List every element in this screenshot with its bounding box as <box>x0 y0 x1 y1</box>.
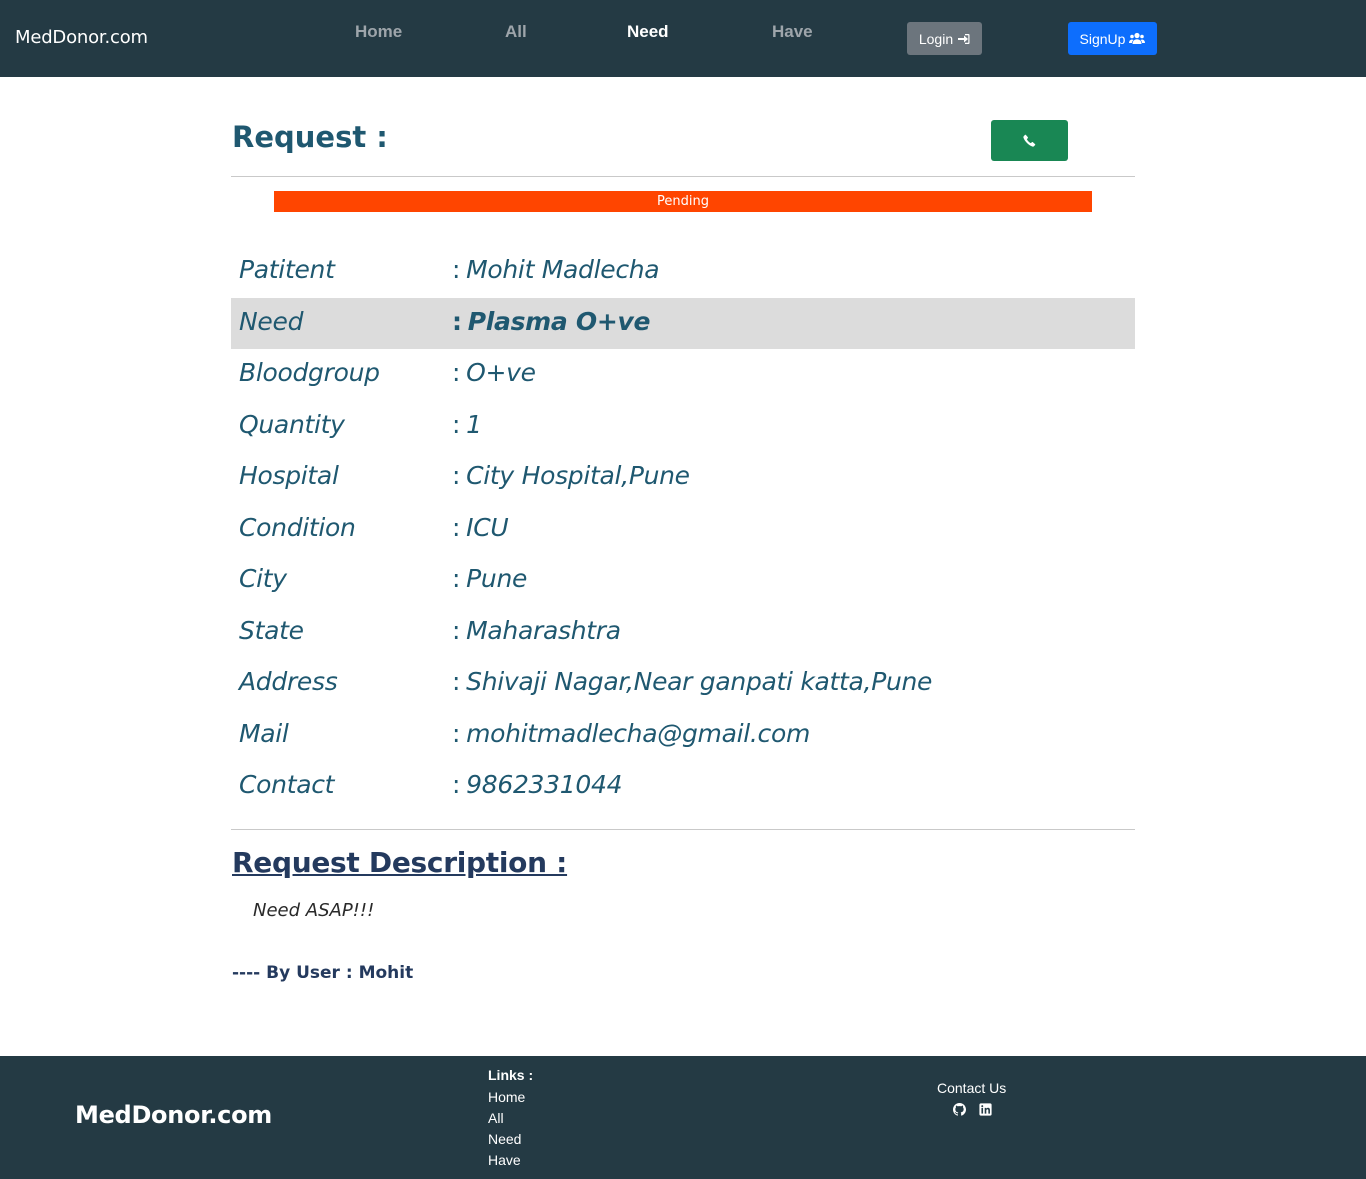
status-label: Pending <box>657 194 709 209</box>
detail-label: Contact <box>239 770 335 799</box>
detail-label: State <box>239 615 304 645</box>
detail-value: : Plasma O+ve <box>452 306 651 336</box>
detail-row-address: Address : Shivaji Nagar,Near ganpati katt… <box>231 658 1135 710</box>
detail-row-need: Need : Plasma O+ve <box>231 297 1135 349</box>
footer-link-home[interactable]: Home <box>488 1089 525 1105</box>
detail-value: : Pune <box>452 564 528 593</box>
detail-value-text: mohitmadlecha@gmail.com <box>466 718 811 748</box>
detail-row-contact: Contact :9862331044 <box>231 761 1135 813</box>
detail-label: Bloodgroup <box>239 358 380 387</box>
detail-label: Quantity <box>239 409 345 439</box>
detail-value: : Maharashtra <box>452 615 621 645</box>
navbar: MedDonor.com Home All Need Have Login Si… <box>0 0 1366 77</box>
detail-row-hospital: Hospital : City Hospital,Pune <box>231 452 1135 504</box>
detail-label: Patitent <box>239 255 335 284</box>
footer-link-have[interactable]: Have <box>488 1152 521 1168</box>
detail-value-text: Pune <box>466 564 528 593</box>
phone-icon <box>1023 134 1036 147</box>
footer-contact-title: Contact Us <box>937 1080 1007 1096</box>
login-button[interactable]: Login <box>907 22 982 55</box>
nav-link-need[interactable]: Need <box>627 22 669 42</box>
detail-value: : ICU <box>452 512 509 542</box>
sign-in-icon <box>957 33 970 45</box>
footer-link-need[interactable]: Need <box>488 1131 521 1147</box>
detail-label: Mail <box>239 718 289 748</box>
detail-label: Condition <box>239 512 356 542</box>
detail-row-city: City : Pune <box>231 555 1135 607</box>
detail-row-mail: Mail : mohitmadlecha@gmail.com <box>231 710 1135 762</box>
request-details-table: Patitent : Mohit Madlecha Need : Plasma O+… <box>231 246 1135 813</box>
detail-value-text: O+ve <box>466 358 536 387</box>
detail-value: : Shivaji Nagar,Near ganpati katta,Pune <box>452 667 933 696</box>
footer-brand: MedDonor.com <box>75 1101 272 1129</box>
detail-row-quantity: Quantity :1 <box>231 401 1135 453</box>
detail-label: Hospital <box>239 461 339 490</box>
status-progress-fill: Pending <box>274 191 1092 212</box>
detail-value: : O+ve <box>452 358 536 387</box>
detail-value: :9862331044 <box>452 770 623 799</box>
nav-link-all[interactable]: All <box>505 22 527 42</box>
footer: MedDonor.com Links : Home All Need Have … <box>0 1056 1366 1179</box>
detail-value: : Mohit Madlecha <box>452 255 660 284</box>
users-icon <box>1129 32 1146 45</box>
footer-link-all[interactable]: All <box>488 1110 504 1126</box>
detail-row-condition: Condition : ICU <box>231 504 1135 556</box>
request-title: Request : <box>232 120 388 154</box>
detail-row-state: State : Maharashtra <box>231 607 1135 659</box>
nav-link-have[interactable]: Have <box>772 22 813 42</box>
detail-value-text: Mohit Madlecha <box>466 255 660 284</box>
detail-value: :1 <box>452 409 482 439</box>
detail-value-text: 9862331044 <box>466 770 623 799</box>
signup-button-label: SignUp <box>1079 30 1126 47</box>
detail-value-text: Plasma O+ve <box>467 306 651 336</box>
by-user-label: ---- By User : Mohit <box>232 963 414 983</box>
status-progress-bar: Pending <box>274 191 1092 212</box>
detail-value: : mohitmadlecha@gmail.com <box>452 718 811 748</box>
detail-label: City <box>239 564 287 593</box>
description-text: Need ASAP!!! <box>253 900 375 921</box>
detail-value-text: ICU <box>466 512 509 542</box>
description-title: Request Description : <box>232 846 568 879</box>
github-icon[interactable] <box>952 1102 966 1116</box>
brand-logo[interactable]: MedDonor.com <box>15 27 148 48</box>
call-button[interactable] <box>991 120 1068 161</box>
detail-value-text: Maharashtra <box>466 615 621 645</box>
detail-row-bloodgroup: Bloodgroup : O+ve <box>231 349 1135 401</box>
detail-label: Address <box>239 667 338 696</box>
divider-bottom <box>231 829 1135 830</box>
detail-row-patient: Patitent : Mohit Madlecha <box>231 246 1135 298</box>
detail-value-text: Shivaji Nagar,Near ganpati katta,Pune <box>466 667 933 696</box>
login-button-label: Login <box>918 30 954 47</box>
divider-top <box>231 176 1135 177</box>
detail-value-text: City Hospital,Pune <box>466 461 690 490</box>
detail-value: : City Hospital,Pune <box>452 461 690 490</box>
detail-value-text: 1 <box>466 409 482 439</box>
footer-links-title: Links : <box>488 1067 534 1083</box>
nav-link-home[interactable]: Home <box>355 22 402 42</box>
detail-label: Need <box>239 306 304 336</box>
linkedin-icon[interactable] <box>978 1102 992 1116</box>
signup-button[interactable]: SignUp <box>1068 22 1157 55</box>
